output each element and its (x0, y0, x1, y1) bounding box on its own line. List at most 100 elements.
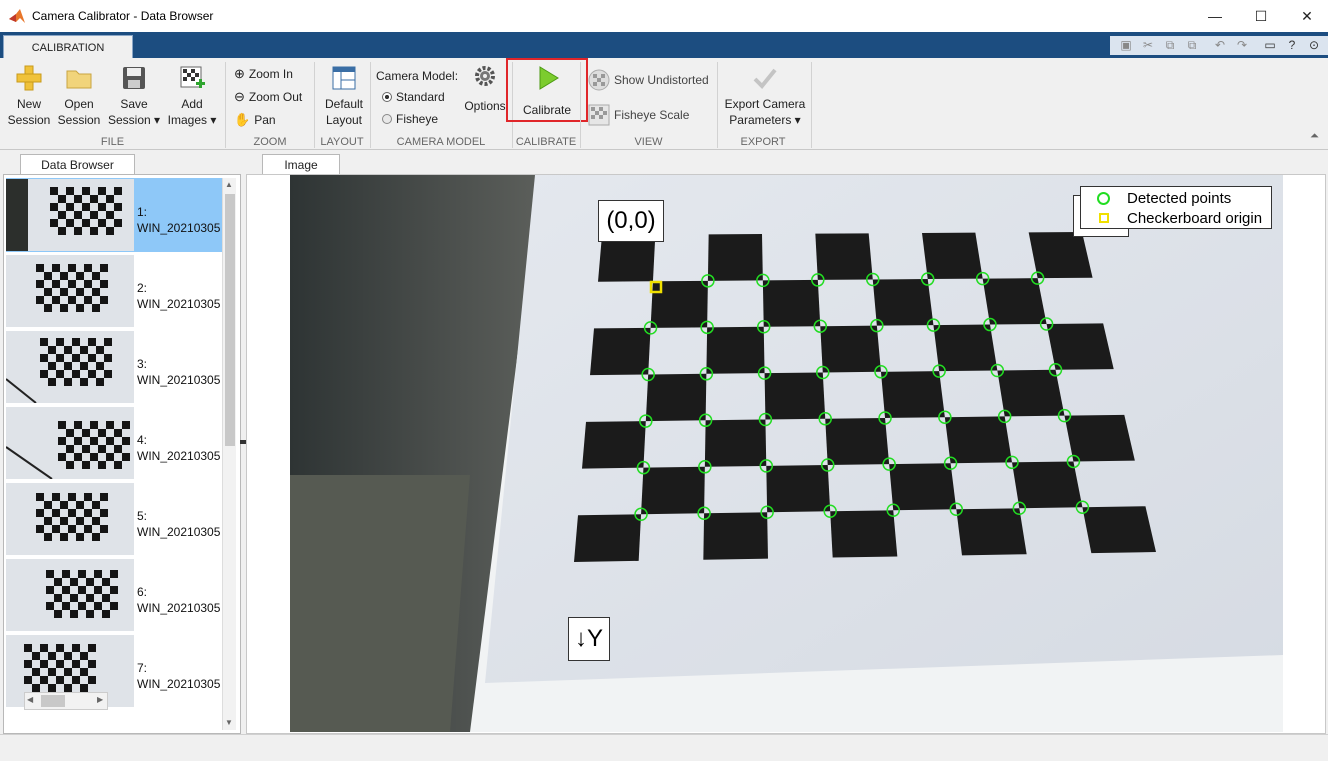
add-images-label-1: Add (181, 97, 203, 111)
show-undistorted-button[interactable]: Show Undistorted (588, 69, 709, 91)
thumbnail-filename: WIN_20210305 (137, 677, 221, 691)
thumbnail-filename: WIN_20210305 (137, 525, 221, 539)
list-item[interactable]: 4: WIN_20210305 (6, 406, 222, 480)
save-session-button[interactable]: Save Session ▾ (106, 64, 162, 128)
checker-square (944, 416, 1012, 464)
checker-square (820, 325, 881, 373)
add-images-icon (180, 66, 205, 88)
checker-square (641, 466, 705, 515)
layout-icon (332, 66, 356, 90)
thumbnail-label: 3: WIN_20210305 (137, 356, 227, 388)
close-button[interactable]: ✕ (1284, 0, 1328, 32)
thumbnail-image (6, 255, 134, 327)
copy-icon[interactable]: ⧉ (1162, 37, 1178, 53)
tab-data-browser[interactable]: Data Browser (20, 154, 135, 175)
tab-image[interactable]: Image (262, 154, 340, 175)
thumbnail-image (6, 483, 134, 555)
checker-square (707, 234, 763, 281)
legend: Detected points Checkerboard origin (1080, 186, 1272, 229)
collapse-ribbon-icon[interactable]: ⏶ (1310, 130, 1319, 143)
list-item[interactable]: 2: WIN_20210305 (6, 254, 222, 328)
minimize-button[interactable]: — (1192, 0, 1238, 32)
help-icon[interactable]: ? (1284, 37, 1300, 53)
thumbnail-label: 4: WIN_20210305 (137, 432, 227, 464)
standard-label: Standard (396, 90, 445, 104)
paste-icon[interactable]: ⧉ (1184, 37, 1200, 53)
checker-square (825, 417, 890, 466)
thumbnail-horizontal-scrollbar[interactable]: ◀ ▶ (24, 692, 108, 710)
scroll-up-icon[interactable]: ▲ (225, 180, 233, 189)
hand-icon: ✋ (234, 112, 251, 127)
expand-icon[interactable]: ⊙ (1306, 37, 1322, 53)
scroll-down-icon[interactable]: ▼ (225, 718, 233, 727)
list-item[interactable]: 6: WIN_20210305 (6, 558, 222, 632)
window-layout-icon[interactable]: ▭ (1262, 37, 1278, 53)
floppy-icon (123, 67, 145, 89)
checkmark-icon (753, 68, 777, 89)
undo-icon[interactable]: ↶ (1212, 37, 1228, 53)
checker-square (997, 369, 1065, 417)
camera-model-label: Camera Model: (376, 69, 459, 83)
checker-square (650, 280, 708, 328)
checker-square (1082, 506, 1156, 554)
checker-square (982, 278, 1047, 325)
radio-selected-icon (382, 92, 392, 102)
default-layout-label-2: Layout (325, 113, 363, 127)
calibrate-label: Calibrate (522, 103, 572, 117)
open-session-button[interactable]: Open Session (56, 64, 102, 128)
cut-icon[interactable]: ✂ (1140, 37, 1156, 53)
default-layout-label-1: Default (324, 97, 364, 111)
scroll-left-icon[interactable]: ◀ (27, 695, 33, 704)
checker-square (933, 324, 998, 372)
maximize-button[interactable]: ☐ (1238, 0, 1284, 32)
calibration-image[interactable] (290, 175, 1283, 732)
save-icon[interactable]: ▣ (1118, 37, 1134, 53)
thumbnail-index: 5: (137, 509, 148, 523)
thumbnail-filename: WIN_20210305 (137, 601, 221, 615)
list-item[interactable]: 3: WIN_20210305 (6, 330, 222, 404)
group-label-zoom: ZOOM (253, 136, 287, 148)
data-browser-vertical-scrollbar[interactable]: ▲ ▼ (222, 178, 236, 730)
thumbnail-index: 6: (137, 585, 148, 599)
origin-legend-icon (1099, 213, 1109, 223)
pan-label: Pan (254, 113, 276, 127)
add-images-button[interactable]: Add Images ▾ (164, 64, 220, 128)
save-session-label-2: Session ▾ (107, 113, 161, 127)
thumbnail-image (6, 331, 134, 403)
export-camera-parameters-button[interactable]: Export Camera Parameters ▾ (722, 64, 808, 128)
thumbnail-index: 3: (137, 357, 148, 371)
thumbnail-image (6, 407, 134, 479)
checker-square (830, 510, 898, 558)
group-label-file: FILE (100, 136, 125, 148)
standard-radio[interactable]: Standard (382, 90, 445, 104)
checker-square (645, 373, 707, 422)
list-item[interactable]: 5: WIN_20210305 (6, 482, 222, 556)
checker-square (766, 465, 831, 513)
fisheye-label: Fisheye (396, 112, 439, 126)
save-session-label-1: Save (120, 97, 148, 111)
pan-button[interactable]: ✋ Pan (234, 112, 276, 128)
zoom-out-button[interactable]: ⊖ Zoom Out (234, 89, 302, 105)
thumbnail-label: 1: WIN_20210305 (137, 204, 227, 236)
checker-square (880, 371, 945, 418)
list-item[interactable]: 1: WIN_20210305 (6, 178, 222, 252)
default-layout-button[interactable]: Default Layout (318, 64, 370, 128)
new-session-button[interactable]: New Session (6, 64, 52, 128)
thumbnail-index: 1: (137, 205, 148, 219)
tab-calibration[interactable]: CALIBRATION (3, 35, 133, 59)
options-button[interactable]: Options (462, 64, 508, 114)
legend-detected-label: Detected points (1127, 190, 1232, 207)
export-label-1: Export Camera (724, 97, 806, 111)
scroll-right-icon[interactable]: ▶ (97, 695, 103, 704)
calibrate-button[interactable]: Calibrate (516, 64, 578, 118)
thumbnail-image (6, 559, 134, 631)
checker-square (764, 372, 826, 420)
zoom-in-button[interactable]: ⊕ Zoom In (234, 66, 293, 82)
group-separator (811, 62, 812, 148)
redo-icon[interactable]: ↷ (1234, 37, 1250, 53)
fisheye-radio[interactable]: Fisheye (382, 112, 438, 126)
scroll-thumb[interactable] (41, 695, 65, 707)
fisheye-scale-button[interactable]: Fisheye Scale (588, 104, 689, 126)
thumbnail-label: 5: WIN_20210305 (137, 508, 227, 540)
scroll-thumb[interactable] (225, 194, 235, 446)
